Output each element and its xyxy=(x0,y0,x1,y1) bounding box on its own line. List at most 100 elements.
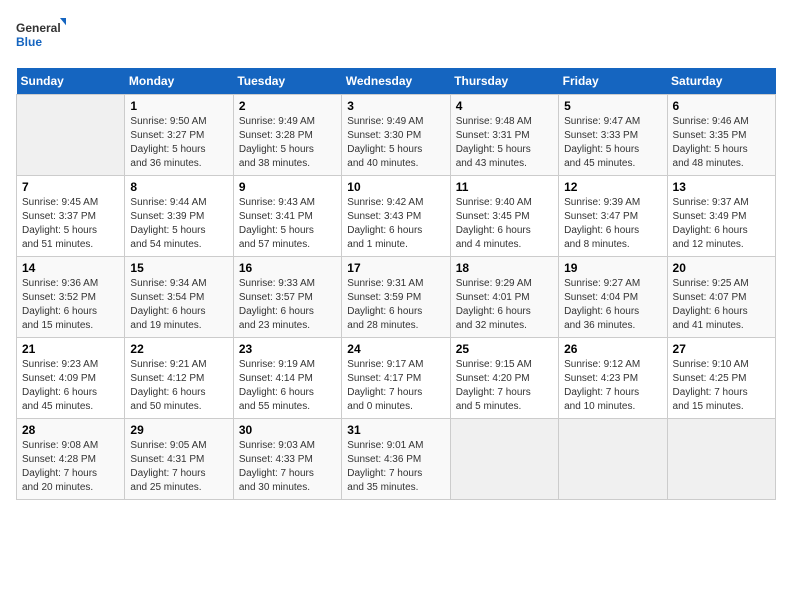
day-info: Sunrise: 9:10 AM Sunset: 4:25 PM Dayligh… xyxy=(673,358,770,414)
day-info: Sunrise: 9:33 AM Sunset: 3:57 PM Dayligh… xyxy=(239,277,336,333)
day-info: Sunrise: 9:12 AM Sunset: 4:23 PM Dayligh… xyxy=(564,358,661,414)
calendar-cell: 22 Sunrise: 9:21 AM Sunset: 4:12 PM Dayli… xyxy=(125,338,233,419)
calendar-cell: 29 Sunrise: 9:05 AM Sunset: 4:31 PM Dayli… xyxy=(125,419,233,500)
calendar-cell xyxy=(17,95,125,176)
day-number: 4 xyxy=(456,99,553,113)
calendar-cell: 1 Sunrise: 9:50 AM Sunset: 3:27 PM Daylig… xyxy=(125,95,233,176)
day-info: Sunrise: 9:47 AM Sunset: 3:33 PM Dayligh… xyxy=(564,115,661,171)
day-info: Sunrise: 9:49 AM Sunset: 3:30 PM Dayligh… xyxy=(347,115,444,171)
calendar-cell: 30 Sunrise: 9:03 AM Sunset: 4:33 PM Dayli… xyxy=(233,419,341,500)
day-number: 7 xyxy=(22,180,119,194)
day-number: 1 xyxy=(130,99,227,113)
day-info: Sunrise: 9:05 AM Sunset: 4:31 PM Dayligh… xyxy=(130,439,227,495)
day-number: 5 xyxy=(564,99,661,113)
day-number: 20 xyxy=(673,261,770,275)
logo-svg: General Blue xyxy=(16,16,66,56)
calendar-cell: 25 Sunrise: 9:15 AM Sunset: 4:20 PM Dayli… xyxy=(450,338,558,419)
day-info: Sunrise: 9:42 AM Sunset: 3:43 PM Dayligh… xyxy=(347,196,444,252)
day-number: 25 xyxy=(456,342,553,356)
calendar-cell: 17 Sunrise: 9:31 AM Sunset: 3:59 PM Dayli… xyxy=(342,257,450,338)
day-number: 17 xyxy=(347,261,444,275)
day-info: Sunrise: 9:46 AM Sunset: 3:35 PM Dayligh… xyxy=(673,115,770,171)
day-of-week-header: Monday xyxy=(125,68,233,95)
calendar-cell: 3 Sunrise: 9:49 AM Sunset: 3:30 PM Daylig… xyxy=(342,95,450,176)
day-info: Sunrise: 9:01 AM Sunset: 4:36 PM Dayligh… xyxy=(347,439,444,495)
calendar-cell: 18 Sunrise: 9:29 AM Sunset: 4:01 PM Dayli… xyxy=(450,257,558,338)
calendar-cell: 14 Sunrise: 9:36 AM Sunset: 3:52 PM Dayli… xyxy=(17,257,125,338)
calendar-cell: 8Sunrise: 9:44 AM Sunset: 3:39 PM Daylig… xyxy=(125,176,233,257)
day-number: 15 xyxy=(130,261,227,275)
day-number: 13 xyxy=(673,180,770,194)
calendar-cell: 4 Sunrise: 9:48 AM Sunset: 3:31 PM Daylig… xyxy=(450,95,558,176)
day-info: Sunrise: 9:31 AM Sunset: 3:59 PM Dayligh… xyxy=(347,277,444,333)
calendar-body: 1 Sunrise: 9:50 AM Sunset: 3:27 PM Daylig… xyxy=(17,95,776,500)
day-number: 10 xyxy=(347,180,444,194)
calendar-cell: 16 Sunrise: 9:33 AM Sunset: 3:57 PM Dayli… xyxy=(233,257,341,338)
day-number: 22 xyxy=(130,342,227,356)
day-info: Sunrise: 9:29 AM Sunset: 4:01 PM Dayligh… xyxy=(456,277,553,333)
calendar-cell: 28 Sunrise: 9:08 AM Sunset: 4:28 PM Dayli… xyxy=(17,419,125,500)
day-number: 18 xyxy=(456,261,553,275)
day-info: Sunrise: 9:40 AM Sunset: 3:45 PM Dayligh… xyxy=(456,196,553,252)
day-info: Sunrise: 9:27 AM Sunset: 4:04 PM Dayligh… xyxy=(564,277,661,333)
calendar-cell: 20 Sunrise: 9:25 AM Sunset: 4:07 PM Dayli… xyxy=(667,257,775,338)
day-info: Sunrise: 9:45 AM Sunset: 3:37 PM Dayligh… xyxy=(22,196,119,252)
calendar-cell: 21 Sunrise: 9:23 AM Sunset: 4:09 PM Dayli… xyxy=(17,338,125,419)
calendar-cell: 5 Sunrise: 9:47 AM Sunset: 3:33 PM Daylig… xyxy=(559,95,667,176)
day-info: Sunrise: 9:36 AM Sunset: 3:52 PM Dayligh… xyxy=(22,277,119,333)
calendar-cell: 10 Sunrise: 9:42 AM Sunset: 3:43 PM Dayli… xyxy=(342,176,450,257)
calendar-cell: 19 Sunrise: 9:27 AM Sunset: 4:04 PM Dayli… xyxy=(559,257,667,338)
day-of-week-header: Friday xyxy=(559,68,667,95)
day-of-week-header: Saturday xyxy=(667,68,775,95)
day-number: 29 xyxy=(130,423,227,437)
day-number: 27 xyxy=(673,342,770,356)
svg-text:General: General xyxy=(16,21,61,35)
calendar-cell: 27 Sunrise: 9:10 AM Sunset: 4:25 PM Dayli… xyxy=(667,338,775,419)
calendar-cell: 31Sunrise: 9:01 AM Sunset: 4:36 PM Dayli… xyxy=(342,419,450,500)
day-info: Sunrise: 9:43 AM Sunset: 3:41 PM Dayligh… xyxy=(239,196,336,252)
day-of-week-header: Sunday xyxy=(17,68,125,95)
calendar-table: SundayMondayTuesdayWednesdayThursdayFrid… xyxy=(16,68,776,500)
day-number: 14 xyxy=(22,261,119,275)
day-info: Sunrise: 9:21 AM Sunset: 4:12 PM Dayligh… xyxy=(130,358,227,414)
day-number: 16 xyxy=(239,261,336,275)
day-info: Sunrise: 9:03 AM Sunset: 4:33 PM Dayligh… xyxy=(239,439,336,495)
day-number: 6 xyxy=(673,99,770,113)
logo: General Blue xyxy=(16,16,66,56)
day-number: 12 xyxy=(564,180,661,194)
day-info: Sunrise: 9:34 AM Sunset: 3:54 PM Dayligh… xyxy=(130,277,227,333)
calendar-week-row: 14 Sunrise: 9:36 AM Sunset: 3:52 PM Dayli… xyxy=(17,257,776,338)
day-number: 19 xyxy=(564,261,661,275)
day-info: Sunrise: 9:19 AM Sunset: 4:14 PM Dayligh… xyxy=(239,358,336,414)
day-of-week-header: Tuesday xyxy=(233,68,341,95)
calendar-week-row: 21 Sunrise: 9:23 AM Sunset: 4:09 PM Dayli… xyxy=(17,338,776,419)
calendar-cell xyxy=(450,419,558,500)
day-info: Sunrise: 9:50 AM Sunset: 3:27 PM Dayligh… xyxy=(130,115,227,171)
calendar-cell: 9 Sunrise: 9:43 AM Sunset: 3:41 PM Daylig… xyxy=(233,176,341,257)
calendar-cell xyxy=(667,419,775,500)
day-of-week-header: Thursday xyxy=(450,68,558,95)
day-number: 9 xyxy=(239,180,336,194)
day-info: Sunrise: 9:25 AM Sunset: 4:07 PM Dayligh… xyxy=(673,277,770,333)
day-info: Sunrise: 9:17 AM Sunset: 4:17 PM Dayligh… xyxy=(347,358,444,414)
header: General Blue xyxy=(16,16,776,56)
day-info: Sunrise: 9:48 AM Sunset: 3:31 PM Dayligh… xyxy=(456,115,553,171)
day-number: 11 xyxy=(456,180,553,194)
day-info: Sunrise: 9:44 AM Sunset: 3:39 PM Dayligh… xyxy=(130,196,227,252)
day-info: Sunrise: 9:15 AM Sunset: 4:20 PM Dayligh… xyxy=(456,358,553,414)
day-info: Sunrise: 9:23 AM Sunset: 4:09 PM Dayligh… xyxy=(22,358,119,414)
calendar-cell: 26Sunrise: 9:12 AM Sunset: 4:23 PM Dayli… xyxy=(559,338,667,419)
calendar-week-row: 28 Sunrise: 9:08 AM Sunset: 4:28 PM Dayli… xyxy=(17,419,776,500)
calendar-cell: 24Sunrise: 9:17 AM Sunset: 4:17 PM Dayli… xyxy=(342,338,450,419)
calendar-cell xyxy=(559,419,667,500)
day-number: 3 xyxy=(347,99,444,113)
day-number: 23 xyxy=(239,342,336,356)
day-info: Sunrise: 9:08 AM Sunset: 4:28 PM Dayligh… xyxy=(22,439,119,495)
day-info: Sunrise: 9:37 AM Sunset: 3:49 PM Dayligh… xyxy=(673,196,770,252)
calendar-cell: 11 Sunrise: 9:40 AM Sunset: 3:45 PM Dayli… xyxy=(450,176,558,257)
day-number: 28 xyxy=(22,423,119,437)
calendar-cell: 15 Sunrise: 9:34 AM Sunset: 3:54 PM Dayli… xyxy=(125,257,233,338)
day-number: 21 xyxy=(22,342,119,356)
svg-text:Blue: Blue xyxy=(16,35,42,49)
day-number: 30 xyxy=(239,423,336,437)
